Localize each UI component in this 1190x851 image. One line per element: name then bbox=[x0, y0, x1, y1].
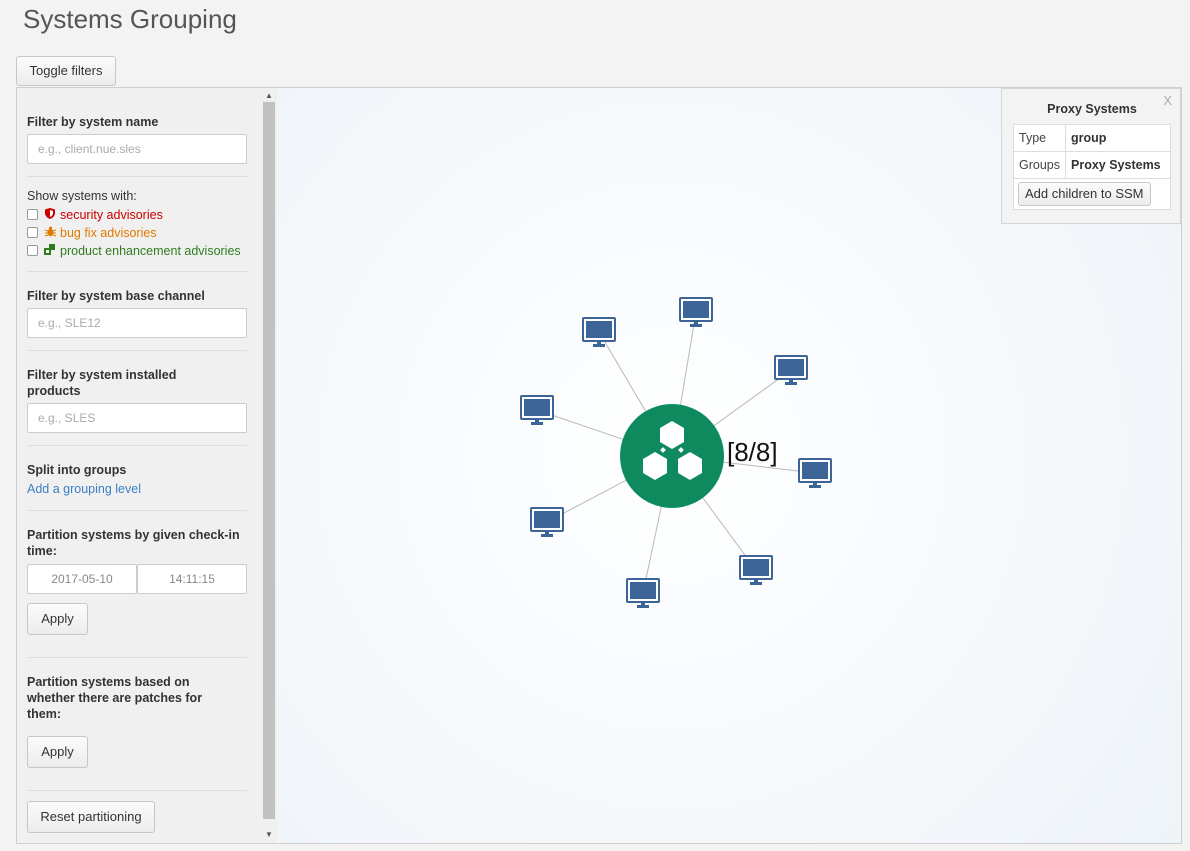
system-monitor-icon[interactable] bbox=[530, 507, 564, 537]
group-node-circle[interactable] bbox=[620, 404, 724, 508]
filter-base-channel-label: Filter by system base channel bbox=[27, 289, 205, 303]
table-row: Type group bbox=[1013, 124, 1171, 152]
security-advisories-option[interactable]: security advisories bbox=[27, 207, 163, 223]
divider bbox=[27, 350, 247, 351]
add-children-ssm-button[interactable]: Add children to SSM bbox=[1018, 182, 1151, 206]
groups-value: Proxy Systems bbox=[1065, 151, 1171, 179]
base-channel-input[interactable] bbox=[27, 308, 247, 338]
filter-installed-products-label: Filter by system installed products bbox=[27, 368, 177, 398]
add-grouping-level-link[interactable]: Add a grouping level bbox=[27, 482, 247, 496]
filter-panel-scrollbar[interactable]: ▲ ▼ bbox=[261, 88, 277, 843]
scroll-down-icon[interactable]: ▼ bbox=[265, 830, 273, 840]
group-node[interactable]: [8/8] bbox=[620, 404, 778, 508]
group-count-label: [8/8] bbox=[727, 437, 778, 467]
bugfix-advisories-label: bug fix advisories bbox=[60, 226, 157, 240]
type-value: group bbox=[1065, 124, 1171, 152]
show-systems-label: Show systems with: bbox=[27, 189, 137, 203]
bugfix-advisories-checkbox[interactable] bbox=[27, 227, 38, 239]
page-title: Systems Grouping bbox=[23, 4, 237, 34]
divider bbox=[27, 510, 247, 511]
divider bbox=[27, 657, 247, 658]
groups-key: Groups bbox=[1013, 151, 1066, 179]
system-monitor-icon[interactable] bbox=[626, 578, 660, 608]
divider bbox=[27, 790, 247, 791]
shield-icon bbox=[44, 207, 56, 224]
system-monitor-icon[interactable] bbox=[679, 297, 713, 327]
bug-icon bbox=[44, 226, 56, 242]
checkin-partition-label: Partition systems by given check-in time… bbox=[27, 528, 240, 558]
system-monitor-icon[interactable] bbox=[798, 458, 832, 488]
security-advisories-label: security advisories bbox=[60, 208, 163, 222]
grouping-container: Filter by system name Show systems with:… bbox=[16, 87, 1182, 844]
checkin-time-input[interactable]: 14:11:15 bbox=[137, 564, 247, 594]
scroll-thumb[interactable] bbox=[263, 102, 275, 819]
table-row: Add children to SSM bbox=[1013, 178, 1171, 210]
divider bbox=[27, 445, 247, 446]
enhancement-icon bbox=[44, 243, 56, 260]
action-cell: Add children to SSM bbox=[1013, 178, 1171, 210]
filter-panel: Filter by system name Show systems with:… bbox=[17, 88, 277, 843]
info-panel-title: Proxy Systems bbox=[1047, 102, 1137, 116]
bugfix-advisories-option[interactable]: bug fix advisories bbox=[27, 225, 157, 241]
info-panel: X Proxy Systems Type group Groups Proxy … bbox=[1001, 88, 1181, 224]
enhancement-advisories-label: product enhancement advisories bbox=[60, 244, 241, 258]
patches-partition-label: Partition systems based on whether there… bbox=[27, 675, 203, 721]
system-monitor-icon[interactable] bbox=[739, 555, 773, 585]
checkin-date-input[interactable]: 2017-05-10 bbox=[27, 564, 137, 594]
table-row: Groups Proxy Systems bbox=[1013, 151, 1171, 179]
system-monitor-icon[interactable] bbox=[774, 355, 808, 385]
system-monitor-icon[interactable] bbox=[582, 317, 616, 347]
filter-system-name-label: Filter by system name bbox=[27, 115, 159, 129]
checkin-apply-button[interactable]: Apply bbox=[27, 603, 88, 635]
split-groups-label: Split into groups bbox=[27, 463, 127, 477]
scroll-up-icon[interactable]: ▲ bbox=[265, 91, 273, 101]
system-monitor-icon[interactable] bbox=[520, 395, 554, 425]
divider bbox=[27, 271, 247, 272]
type-key: Type bbox=[1013, 124, 1066, 152]
enhancement-advisories-option[interactable]: product enhancement advisories bbox=[27, 243, 241, 259]
toggle-filters-button[interactable]: Toggle filters bbox=[16, 56, 116, 86]
info-table: Type group Groups Proxy Systems Add chil… bbox=[1013, 124, 1171, 210]
patches-apply-button[interactable]: Apply bbox=[27, 736, 88, 768]
divider bbox=[27, 176, 247, 177]
reset-partitioning-button[interactable]: Reset partitioning bbox=[27, 801, 155, 833]
security-advisories-checkbox[interactable] bbox=[27, 209, 38, 221]
installed-products-input[interactable] bbox=[27, 403, 247, 433]
system-name-input[interactable] bbox=[27, 134, 247, 164]
enhancement-advisories-checkbox[interactable] bbox=[27, 245, 38, 257]
